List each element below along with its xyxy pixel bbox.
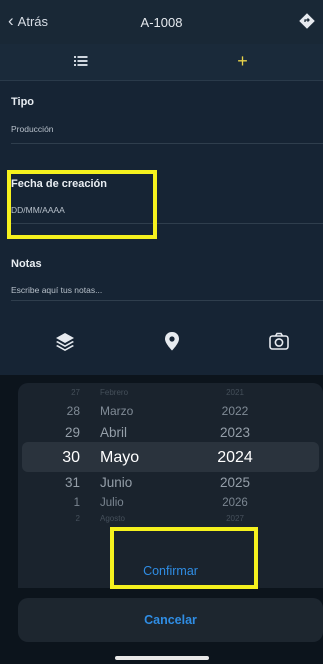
- layers-icon[interactable]: [54, 330, 76, 352]
- picker-day: 1: [73, 497, 80, 509]
- picker-month: Marzo: [100, 404, 134, 418]
- location-pin-icon[interactable]: [161, 330, 183, 352]
- picker-year: 2021: [226, 388, 244, 397]
- picker-year: 2022: [221, 404, 249, 418]
- notas-label: Notas: [11, 258, 42, 270]
- picker-month: Julio: [100, 497, 124, 509]
- picker-row[interactable]: 1 Julio 2026: [18, 497, 323, 509]
- picker-row[interactable]: 28 Marzo 2022: [18, 404, 323, 418]
- divider: [11, 143, 323, 144]
- divider: [11, 300, 323, 301]
- tab-bar: +: [0, 44, 323, 81]
- list-icon: [73, 56, 87, 66]
- highlight-box-confirm: [110, 527, 258, 589]
- tab-list[interactable]: [0, 54, 161, 72]
- picker-day: 29: [64, 425, 80, 440]
- home-indicator: [115, 656, 209, 660]
- picker-row[interactable]: 2 Agosto 2027: [18, 514, 323, 523]
- diamond-turn-icon[interactable]: [299, 13, 315, 29]
- picker-month: Mayo: [100, 449, 140, 466]
- nav-bar: ‹ Atrás A-1008: [0, 0, 323, 44]
- picker-year: 2026: [222, 497, 248, 509]
- camera-icon[interactable]: [268, 330, 290, 352]
- picker-year: 2023: [219, 425, 251, 440]
- picker-month: Junio: [100, 475, 133, 490]
- picker-month: Abril: [100, 425, 128, 440]
- cancel-label: Cancelar: [144, 613, 197, 627]
- picker-row-selected[interactable]: 30 Mayo 2024: [18, 449, 323, 467]
- picker-year: 2027: [226, 514, 244, 523]
- picker-day: 28: [66, 404, 80, 418]
- picker-day: 31: [64, 475, 80, 490]
- picker-day: 27: [71, 388, 80, 397]
- picker-row[interactable]: 27 Febrero 2021: [18, 388, 323, 397]
- tab-add[interactable]: +: [162, 51, 323, 71]
- picker-year: 2024: [217, 449, 253, 466]
- page-title: A-1008: [140, 15, 183, 30]
- notas-field[interactable]: Escribe aquí tus notas...: [11, 285, 102, 295]
- picker-year: 2025: [219, 475, 251, 490]
- picker-day: 30: [62, 449, 80, 466]
- picker-month: Febrero: [100, 388, 129, 397]
- picker-row[interactable]: 31 Junio 2025: [18, 475, 323, 490]
- picker-day: 2: [75, 514, 80, 523]
- cancel-button[interactable]: Cancelar: [18, 598, 323, 642]
- picker-month: Agosto: [100, 514, 125, 523]
- highlight-box-fecha: [7, 170, 157, 239]
- picker-row[interactable]: 29 Abril 2023: [18, 425, 323, 440]
- tipo-field[interactable]: Producción: [11, 124, 54, 134]
- tipo-label: Tipo: [11, 96, 35, 108]
- plus-icon: +: [237, 51, 248, 71]
- screen: ‹ Atrás A-1008 + Tipo Producción Fecha d…: [0, 0, 323, 664]
